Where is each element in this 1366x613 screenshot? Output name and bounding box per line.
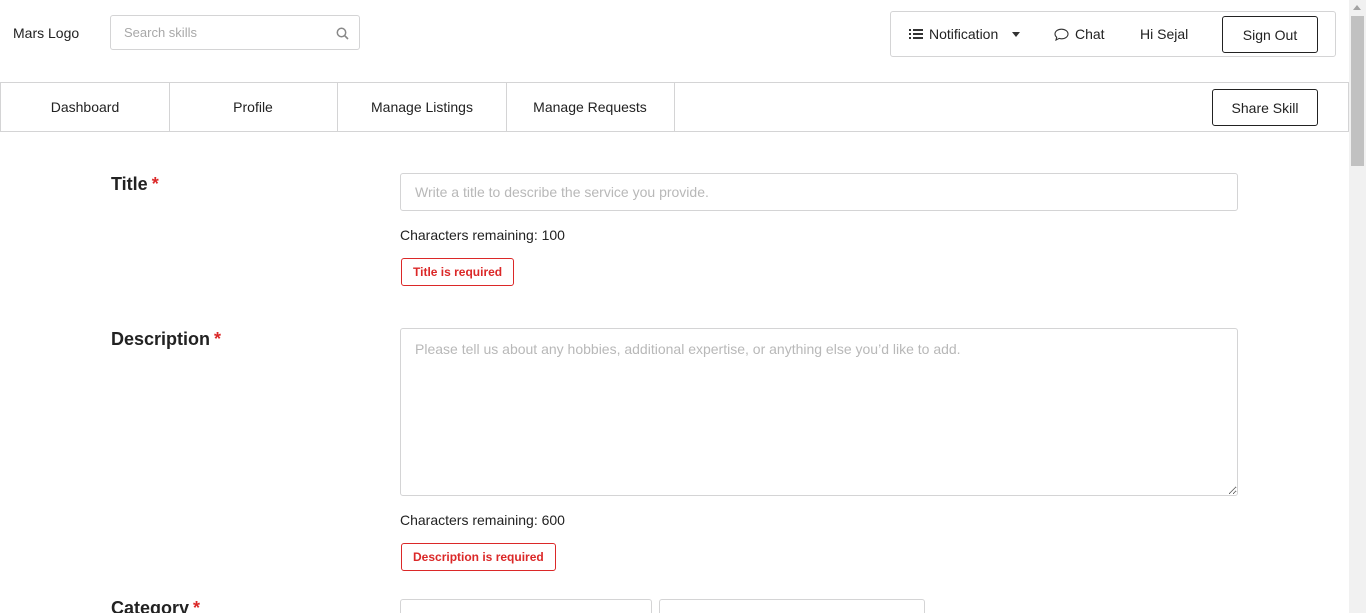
page: Mars Logo Notification Chat Hi Sejal Sig…: [0, 0, 1349, 613]
category-label: Category *: [111, 598, 200, 613]
title-char-counter: Characters remaining: 100: [400, 227, 565, 243]
notification-dropdown[interactable]: Notification: [909, 12, 1021, 56]
description-textarea[interactable]: [400, 328, 1238, 496]
mars-logo[interactable]: Mars Logo: [13, 25, 79, 41]
description-error-message: Description is required: [401, 543, 556, 571]
title-error-message: Title is required: [401, 258, 515, 286]
description-label-text: Description: [111, 329, 211, 349]
tab-dashboard[interactable]: Dashboard: [1, 83, 170, 131]
tab-manage-listings[interactable]: Manage Listings: [338, 83, 507, 131]
chat-link[interactable]: Chat: [1054, 12, 1105, 56]
top-menu: Notification Chat Hi Sejal Sign Out: [890, 11, 1336, 57]
tab-profile[interactable]: Profile: [169, 83, 338, 131]
list-icon: [909, 29, 923, 39]
caret-down-icon: [1012, 31, 1021, 37]
category-select[interactable]: [400, 599, 652, 613]
required-mark: *: [151, 174, 159, 194]
category-label-text: Category: [111, 598, 190, 613]
tab-manage-requests[interactable]: Manage Requests: [506, 83, 675, 131]
chat-label: Chat: [1075, 26, 1105, 42]
subcategory-select[interactable]: [659, 599, 925, 613]
chat-bubble-icon: [1054, 28, 1069, 41]
required-mark: *: [214, 329, 222, 349]
search-icon[interactable]: [336, 27, 349, 40]
description-char-counter: Characters remaining: 600: [400, 512, 565, 528]
title-input[interactable]: [400, 173, 1238, 211]
scroll-up-icon[interactable]: [1353, 5, 1361, 10]
title-label-text: Title: [111, 174, 148, 194]
share-skill-button[interactable]: Share Skill: [1212, 89, 1318, 126]
user-greeting[interactable]: Hi Sejal: [1140, 12, 1188, 56]
scrollbar-thumb[interactable]: [1351, 16, 1364, 166]
required-mark: *: [193, 598, 201, 613]
description-label: Description *: [111, 329, 221, 350]
notification-label: Notification: [929, 26, 999, 42]
search-box: [110, 15, 360, 50]
scrollbar[interactable]: [1349, 0, 1366, 613]
nav-bar: Dashboard Profile Manage Listings Manage…: [0, 82, 1349, 132]
sign-out-button[interactable]: Sign Out: [1222, 16, 1318, 53]
search-input[interactable]: [111, 16, 321, 49]
title-label: Title *: [111, 174, 159, 195]
